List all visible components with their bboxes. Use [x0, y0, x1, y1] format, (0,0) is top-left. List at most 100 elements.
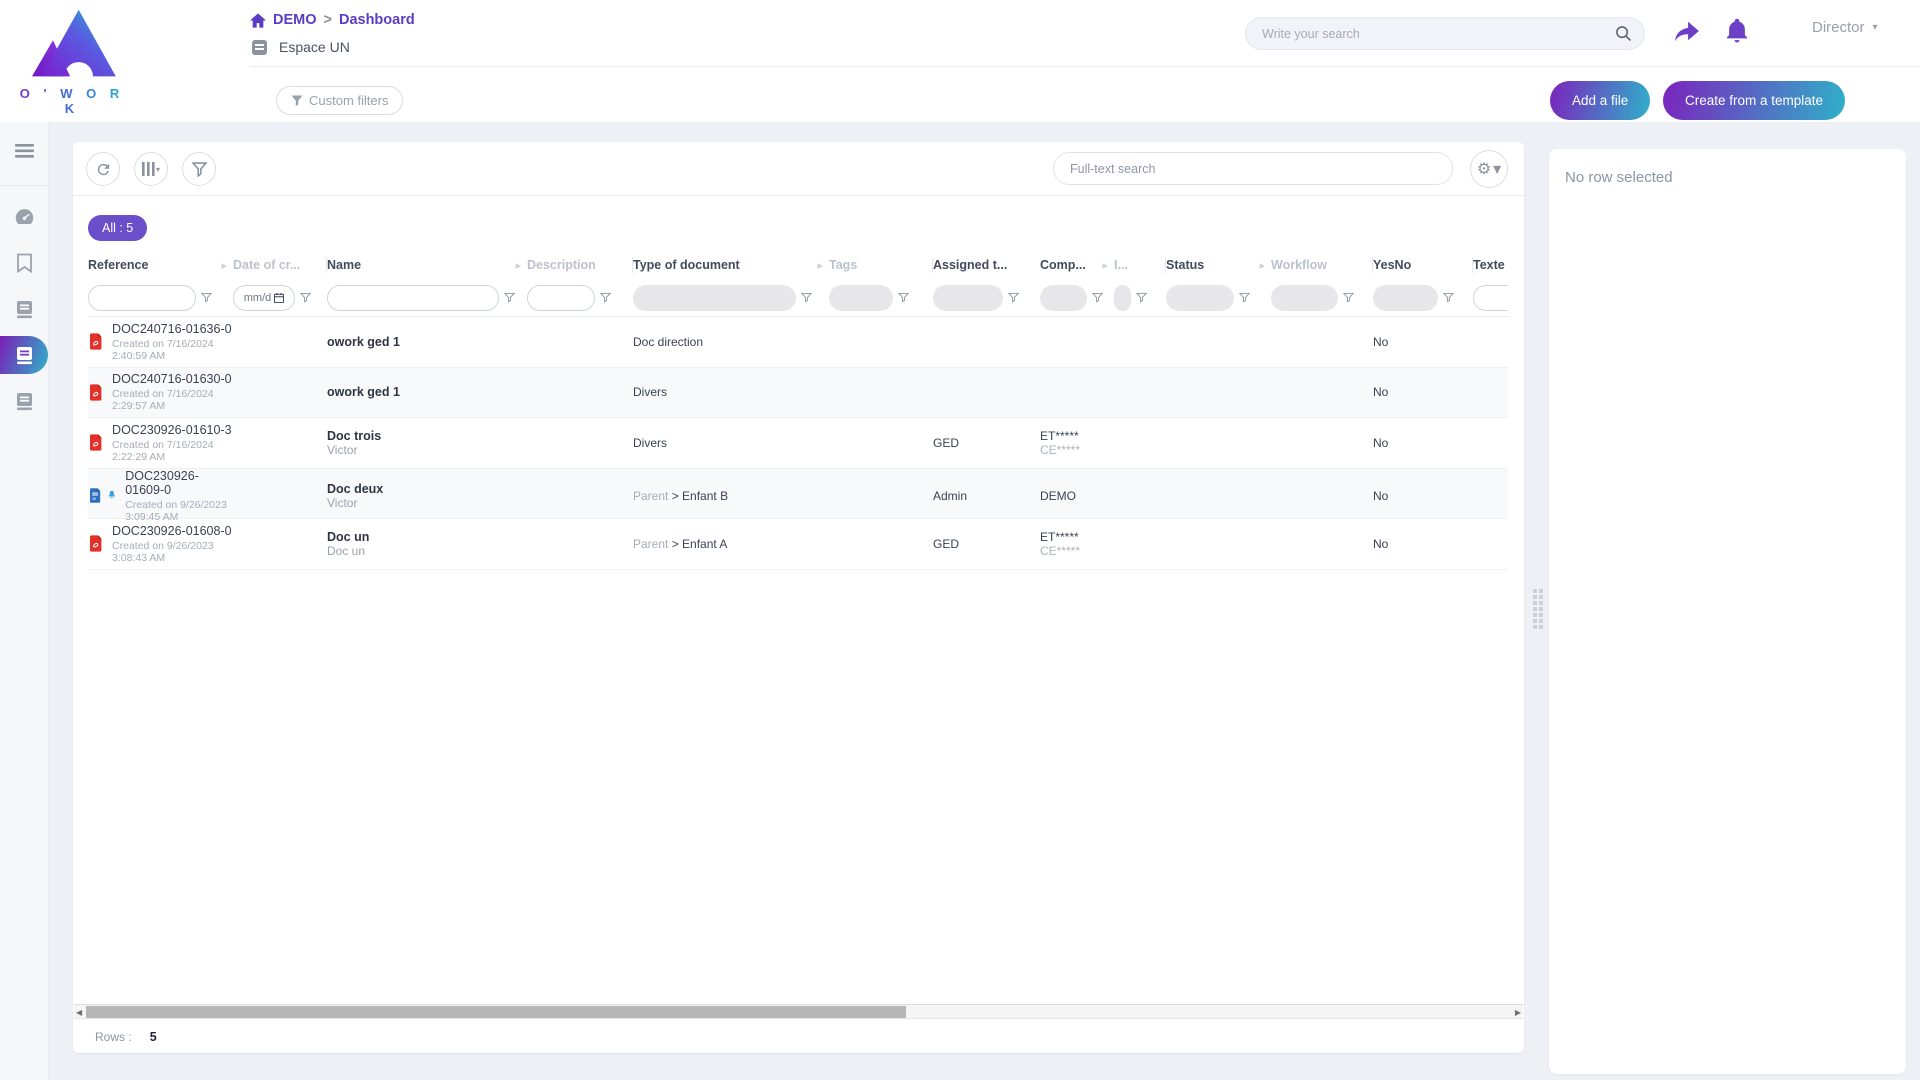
chevron-right-icon: ▸: [1259, 259, 1265, 272]
table-row[interactable]: w DOC230926-01609-0Created on 9/26/2023 …: [88, 469, 1508, 520]
filter-funnel-icon[interactable]: [300, 292, 311, 304]
filter-funnel-icon[interactable]: [1136, 292, 1147, 304]
filter-funnel-icon[interactable]: [504, 292, 515, 304]
document-name: Doc un: [327, 530, 527, 544]
filter-input-reference[interactable]: [88, 285, 196, 311]
document-reference: DOC230926-01610-3: [112, 423, 233, 437]
sidebar-item-documents-2[interactable]: [0, 382, 48, 420]
document-created: Created on 9/26/2023 3:09:45 AM: [125, 499, 233, 523]
column-header-assigned[interactable]: Assigned t...: [933, 257, 1040, 273]
share-button[interactable]: [1674, 19, 1700, 46]
breadcrumb-current[interactable]: Dashboard: [339, 12, 415, 28]
global-search-input[interactable]: [1262, 27, 1615, 41]
document-reference: DOC240716-01636-0: [112, 322, 233, 336]
documents-table-card: ▾ ⚙▾ All : 5 Reference▸ Date of cr... Na…: [73, 142, 1524, 1053]
column-header-i[interactable]: I...: [1114, 257, 1166, 273]
user-role-menu[interactable]: Director ▾: [1812, 19, 1878, 36]
filter-funnel-icon[interactable]: [201, 292, 212, 304]
fulltext-search[interactable]: [1053, 152, 1453, 185]
user-role-label: Director: [1812, 19, 1865, 36]
document-icon: [15, 300, 34, 319]
filter-disabled-status: [1166, 285, 1234, 311]
app-logo: O ' W O R K: [14, 4, 130, 116]
filter-input-date[interactable]: mm/d: [233, 285, 295, 311]
fulltext-search-input[interactable]: [1070, 162, 1436, 176]
filter-funnel-icon[interactable]: [1092, 292, 1103, 304]
column-header-reference[interactable]: Reference▸: [88, 257, 233, 273]
svg-text:w: w: [92, 497, 96, 502]
column-header-texte[interactable]: Texte: [1473, 257, 1508, 273]
notifications-button[interactable]: [1724, 17, 1750, 47]
create-from-template-button[interactable]: Create from a template: [1663, 81, 1845, 120]
table-row[interactable]: DOC240716-01636-0Created on 7/16/2024 2:…: [88, 317, 1508, 368]
all-rows-badge[interactable]: All : 5: [88, 215, 147, 241]
column-header-description[interactable]: Description: [527, 257, 633, 273]
chevron-down-icon: ▾: [1493, 159, 1501, 179]
column-header-name[interactable]: Name▸: [327, 257, 527, 273]
filters-button[interactable]: [182, 152, 216, 186]
column-header-tags[interactable]: Tags: [829, 257, 933, 273]
column-header-yesno[interactable]: YesNo: [1373, 257, 1473, 273]
filter-funnel-icon: [291, 95, 303, 107]
document-icon: [15, 392, 34, 411]
detail-panel: No row selected: [1549, 149, 1906, 1074]
document-icon: [15, 346, 34, 365]
column-header-company[interactable]: Comp...▸: [1040, 257, 1114, 273]
filter-funnel-icon[interactable]: [600, 292, 611, 304]
filter-disabled-assigned: [933, 285, 1003, 311]
horizontal-scrollbar[interactable]: ◀ ▶: [74, 1004, 1523, 1019]
notification-bell-icon: [107, 488, 117, 503]
rows-count: 5: [150, 1030, 157, 1044]
custom-filters-label: Custom filters: [309, 93, 388, 108]
logo-text: O ' W O R K: [14, 86, 130, 116]
breadcrumb-root[interactable]: DEMO: [273, 12, 317, 28]
breadcrumb-separator: >: [324, 12, 332, 28]
document-reference: DOC240716-01630-0: [112, 372, 233, 386]
filter-funnel-icon[interactable]: [1008, 292, 1019, 304]
dashboard-icon: [14, 207, 35, 227]
calendar-icon: [274, 293, 284, 303]
document-created: Created on 7/16/2024 2:29:57 AM: [112, 388, 233, 412]
chevron-right-icon: ▸: [515, 259, 521, 272]
refresh-button[interactable]: [86, 152, 120, 186]
sidebar-item-bookmarks[interactable]: [0, 244, 48, 282]
breadcrumb: DEMO > Dashboard: [250, 12, 415, 28]
filter-funnel-icon[interactable]: [898, 292, 909, 304]
columns-button[interactable]: ▾: [134, 152, 168, 186]
filter-badge-row: All : 5: [73, 196, 1524, 251]
filter-funnel-icon[interactable]: [1239, 292, 1250, 304]
column-header-date[interactable]: Date of cr...: [233, 257, 327, 273]
column-header-workflow[interactable]: Workflow: [1271, 257, 1373, 273]
column-header-status[interactable]: Status▸: [1166, 257, 1271, 273]
sidebar-item-documents-1[interactable]: [0, 290, 48, 328]
custom-filters-button[interactable]: Custom filters: [276, 86, 403, 115]
scroll-right-arrow[interactable]: ▶: [1515, 1008, 1521, 1017]
menu-toggle[interactable]: [15, 144, 34, 163]
panel-resize-handle[interactable]: [1533, 589, 1545, 635]
document-yesno: No: [1373, 335, 1473, 349]
document-yesno: No: [1373, 385, 1473, 399]
add-file-button[interactable]: Add a file: [1550, 81, 1650, 120]
document-type: Divers: [633, 385, 667, 399]
table-row[interactable]: DOC240716-01630-0 Created on 7/16/2024 2:…: [88, 368, 1508, 419]
search-icon[interactable]: [1615, 25, 1632, 42]
column-header-type[interactable]: Type of document▸: [633, 257, 829, 273]
table-settings-button[interactable]: ⚙▾: [1470, 150, 1508, 188]
filter-input-name[interactable]: [327, 285, 499, 311]
global-search[interactable]: [1245, 17, 1645, 50]
document-yesno: No: [1373, 537, 1473, 551]
table-row[interactable]: DOC230926-01608-0Created on 9/26/2023 3:…: [88, 519, 1508, 570]
filter-funnel-icon[interactable]: [1343, 292, 1354, 304]
sidebar-item-documents-active[interactable]: [0, 336, 48, 374]
scroll-left-arrow[interactable]: ◀: [76, 1008, 82, 1017]
filter-funnel-icon[interactable]: [801, 292, 812, 304]
document-name: owork ged 1: [327, 385, 527, 399]
filter-input-description[interactable]: [527, 285, 595, 311]
filter-funnel-icon[interactable]: [1443, 292, 1454, 304]
filter-input-texte[interactable]: [1473, 285, 1508, 311]
filter-disabled-workflow: [1271, 285, 1338, 311]
document-created: Created on 7/16/2024 2:22:29 AM: [112, 439, 233, 463]
sidebar-item-dashboard[interactable]: [0, 198, 48, 236]
table-row[interactable]: DOC230926-01610-3 Created on 7/16/2024 2:…: [88, 418, 1508, 469]
scrollbar-thumb[interactable]: [86, 1006, 906, 1018]
